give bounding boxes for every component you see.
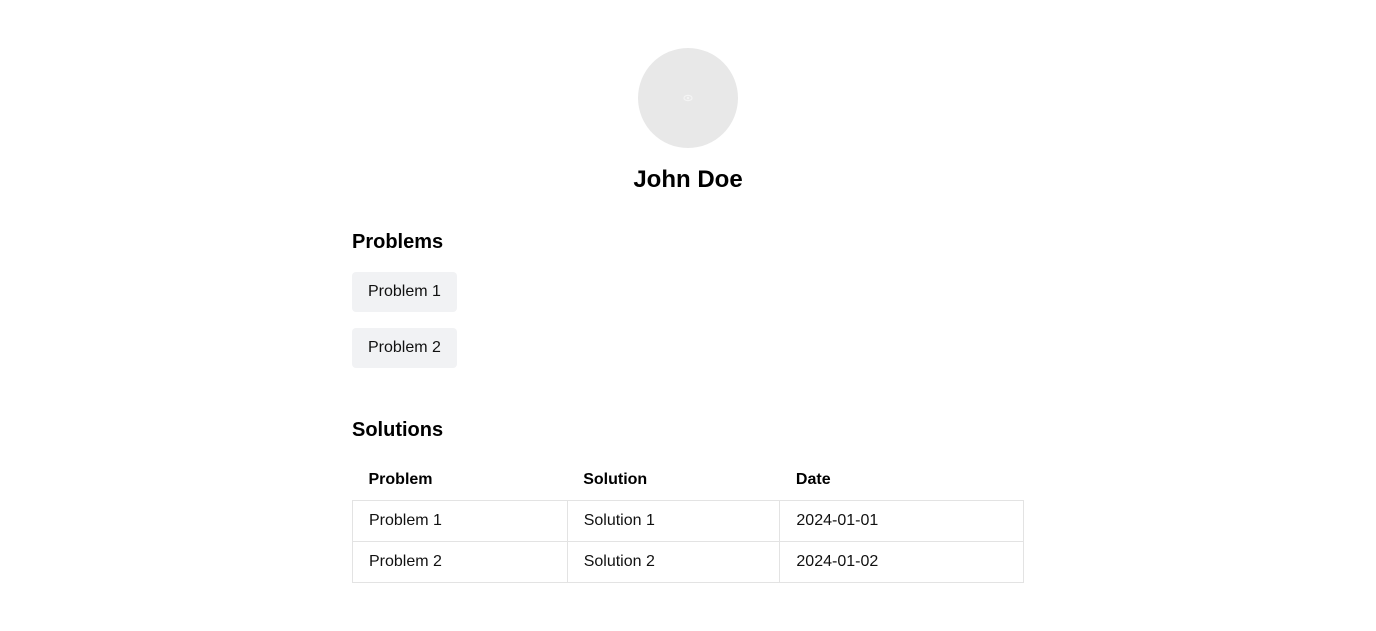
solutions-table: Problem Solution Date Problem 1 Solution… — [352, 460, 1024, 583]
solutions-heading: Solutions — [352, 419, 444, 441]
problem-item[interactable]: Problem 2 — [352, 328, 457, 368]
table-row: Problem 1 Solution 1 2024-01-01 — [352, 499, 1024, 542]
problems-heading: Problems — [352, 231, 444, 253]
table-header-row: Problem Solution Date — [353, 460, 1024, 500]
cell-date: 2024-01-01 — [779, 499, 1024, 542]
cell-problem: Problem 1 — [352, 499, 568, 542]
cell-problem: Problem 2 — [352, 540, 568, 583]
column-header-date: Date — [795, 470, 831, 488]
avatar — [638, 48, 738, 148]
image-placeholder-icon — [683, 94, 693, 102]
column-header-problem: Problem — [368, 470, 433, 488]
problem-item[interactable]: Problem 1 — [352, 272, 457, 312]
cell-solution: Solution 1 — [566, 499, 781, 542]
column-header-solution: Solution — [583, 470, 648, 488]
cell-solution: Solution 2 — [566, 540, 781, 583]
table-row: Problem 2 Solution 2 2024-01-02 — [352, 540, 1024, 583]
cell-date: 2024-01-02 — [779, 540, 1024, 583]
user-name: John Doe — [633, 166, 743, 193]
